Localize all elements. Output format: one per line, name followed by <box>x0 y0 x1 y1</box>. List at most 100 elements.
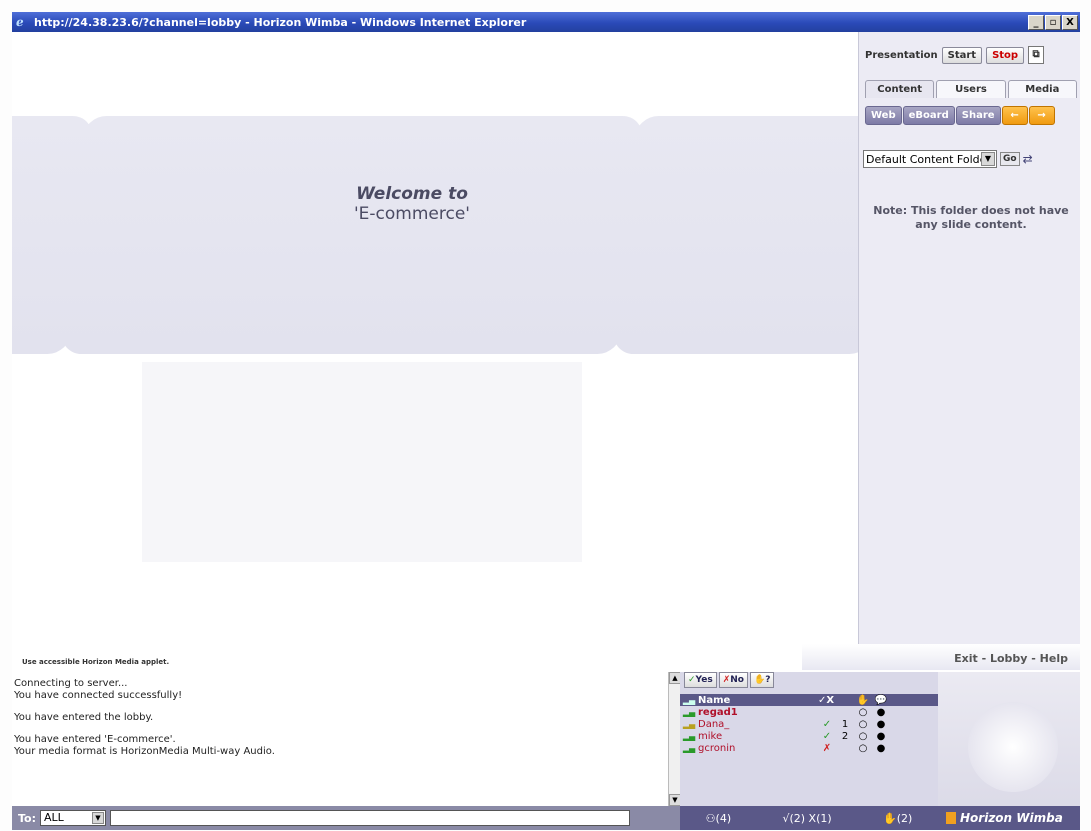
chat-line: You have entered 'E-commerce'. <box>14 734 176 745</box>
minimize-button[interactable]: _ <box>1028 14 1044 30</box>
chat-line: You have connected successfully! <box>14 690 183 701</box>
chat-scrollbar[interactable]: ▲ ▼ <box>668 672 681 806</box>
participant-name: mike <box>698 730 723 742</box>
presentation-label: Presentation <box>865 49 938 61</box>
participant-vote: ✗ <box>822 742 832 754</box>
tab-content[interactable]: Content <box>865 80 935 98</box>
user-count: ⚇(4) <box>706 812 731 825</box>
previous-arrow-icon[interactable]: ← <box>1001 106 1028 125</box>
participant-row[interactable]: ▂▄ Dana_ ✓ 1 ○ ● <box>680 718 938 730</box>
slide-frame-right <box>611 116 858 354</box>
vote-summary: √(2) X(1) <box>782 811 832 825</box>
brand-graphic <box>968 702 1058 792</box>
content-folder-value: Default Content Folder <box>866 152 991 166</box>
recipient-select[interactable]: ALL ▼ <box>40 810 106 826</box>
next-arrow-icon[interactable]: → <box>1028 106 1055 125</box>
status-dot-icon: ○ <box>858 730 868 742</box>
chat-input-bar: To: ALL ▼ <box>12 806 680 830</box>
go-button[interactable]: Go <box>1000 152 1020 166</box>
vote-header: ✓X <box>818 694 835 706</box>
welcome-text: Welcome to 'E-commerce' <box>312 184 512 224</box>
content-folder-select[interactable]: Default Content Folder ▼ <box>863 150 997 168</box>
chat-line: Connecting to server... <box>14 678 128 689</box>
participant-row[interactable]: ▂▄ gcronin ✗ ○ ● <box>680 742 938 754</box>
chat-bubble-icon[interactable]: ● <box>872 743 890 754</box>
folder-row: Default Content Folder ▼ Go ⇄ <box>863 150 1033 168</box>
raise-hand-button[interactable]: ✋? <box>749 672 775 688</box>
name-header: Name <box>698 694 731 706</box>
participant-status-bar: ⚇(4) √(2) X(1) ✋(2) <box>680 806 938 830</box>
web-button[interactable]: Web <box>865 106 902 125</box>
status-dot-icon: ○ <box>858 718 868 730</box>
signal-icon: ▂▄ <box>682 707 696 717</box>
participant-name: gcronin <box>698 742 736 754</box>
chevron-down-icon: ▼ <box>92 812 104 824</box>
chat-input[interactable] <box>110 810 630 826</box>
chat-log: Connecting to server... You have connect… <box>12 674 668 804</box>
folder-note: Note: This folder does not have any slid… <box>873 204 1069 231</box>
window-title: http://24.38.23.6/?channel=lobby - Horiz… <box>34 15 527 29</box>
brand-bar: Horizon Wimba <box>938 806 1080 830</box>
participant-row[interactable]: ▂▄ regad1 ○ ● <box>680 706 938 718</box>
welcome-line-1: Welcome to <box>356 184 468 204</box>
navigate-icon[interactable]: ⇄ <box>1023 152 1033 166</box>
signal-icon: ▂▄ <box>682 731 696 741</box>
signal-icon: ▂▄ <box>682 719 696 729</box>
status-dot-icon: ○ <box>858 742 868 754</box>
accessible-applet-link[interactable]: Use accessible Horizon Media applet. <box>22 658 169 666</box>
presentation-controls: Presentation Start Stop ⧉ <box>865 46 1045 64</box>
presentation-area: Welcome to 'E-commerce' <box>12 32 858 644</box>
participant-vote: ✓ <box>822 730 832 742</box>
window-title-bar: ℯ http://24.38.23.6/?channel=lobby - Hor… <box>12 12 1080 32</box>
participant-list-header: ▂▄ Name ✓X ✋ 💬 <box>680 694 938 706</box>
brand-name: Horizon Wimba <box>960 811 1063 825</box>
vote-yes-button[interactable]: ✓Yes <box>684 672 717 688</box>
stop-button[interactable]: Stop <box>986 46 1025 64</box>
to-label: To: <box>18 811 36 825</box>
welcome-line-2: 'E-commerce' <box>354 204 470 224</box>
maximize-button[interactable]: ▫ <box>1045 14 1061 30</box>
close-button[interactable]: X <box>1062 14 1078 30</box>
content-panel: Presentation Start Stop ⧉ Content Users … <box>858 32 1080 644</box>
check-icon: ✓ <box>688 675 696 685</box>
panel-tabs: Content Users Media <box>865 80 1077 98</box>
participant-name: regad1 <box>698 706 738 718</box>
participant-vote: ✓ <box>822 718 832 730</box>
chevron-down-icon: ▼ <box>981 152 995 166</box>
participants-panel: ✓Yes ✗No ✋? ▂▄ Name ✓X ✋ 💬 ▂▄ regad1 ○ ●… <box>680 672 938 830</box>
participant-name: Dana_ <box>698 718 730 730</box>
vote-buttons: ✓Yes ✗No ✋? <box>684 672 775 688</box>
tab-users[interactable]: Users <box>936 80 1006 98</box>
users-icon: ⚇ <box>705 811 716 825</box>
popout-icon[interactable]: ⧉ <box>1028 46 1045 64</box>
vote-yes-label: Yes <box>695 675 713 685</box>
chat-bubble-icon[interactable]: ● <box>872 731 890 742</box>
hand-icon: ✋ <box>883 811 897 825</box>
signal-icon: ▂▄ <box>682 743 696 753</box>
share-button[interactable]: Share <box>955 106 1001 125</box>
slide-reflection <box>142 362 582 562</box>
wimba-logo-icon <box>946 812 956 824</box>
window-controls: _ ▫ X <box>1028 14 1078 30</box>
hand-count-value: (2) <box>896 811 913 825</box>
vote-no-label: No <box>730 675 744 685</box>
eboard-button[interactable]: eBoard <box>902 106 955 125</box>
slide-frame-center <box>59 116 645 354</box>
chat-bubble-icon[interactable]: ● <box>872 719 890 730</box>
participant-hand-order: 1 <box>841 718 849 730</box>
hand-header-icon: ✋ <box>856 694 870 706</box>
hand-count: ✋(2) <box>883 812 912 825</box>
browser-window: ℯ http://24.38.23.6/?channel=lobby - Hor… <box>0 0 1091 831</box>
footer-links[interactable]: Exit - Lobby - Help <box>802 644 1080 670</box>
participant-row[interactable]: ▂▄ mike ✓ 2 ○ ● <box>680 730 938 742</box>
raise-hand-label: ? <box>765 675 771 685</box>
vote-no-button[interactable]: ✗No <box>718 672 748 688</box>
start-button[interactable]: Start <box>941 46 983 64</box>
participant-list: ▂▄ Name ✓X ✋ 💬 ▂▄ regad1 ○ ● ▂▄ Dana_ ✓ … <box>680 694 938 754</box>
chat-bubble-icon[interactable]: ● <box>872 707 890 718</box>
tab-media[interactable]: Media <box>1007 80 1077 98</box>
content-tools: Web eBoard Share ← → <box>865 106 1055 125</box>
user-count-value: (4) <box>715 811 732 825</box>
brand-panel: Horizon Wimba <box>938 672 1080 830</box>
chat-line: Your media format is HorizonMedia Multi-… <box>14 746 275 757</box>
